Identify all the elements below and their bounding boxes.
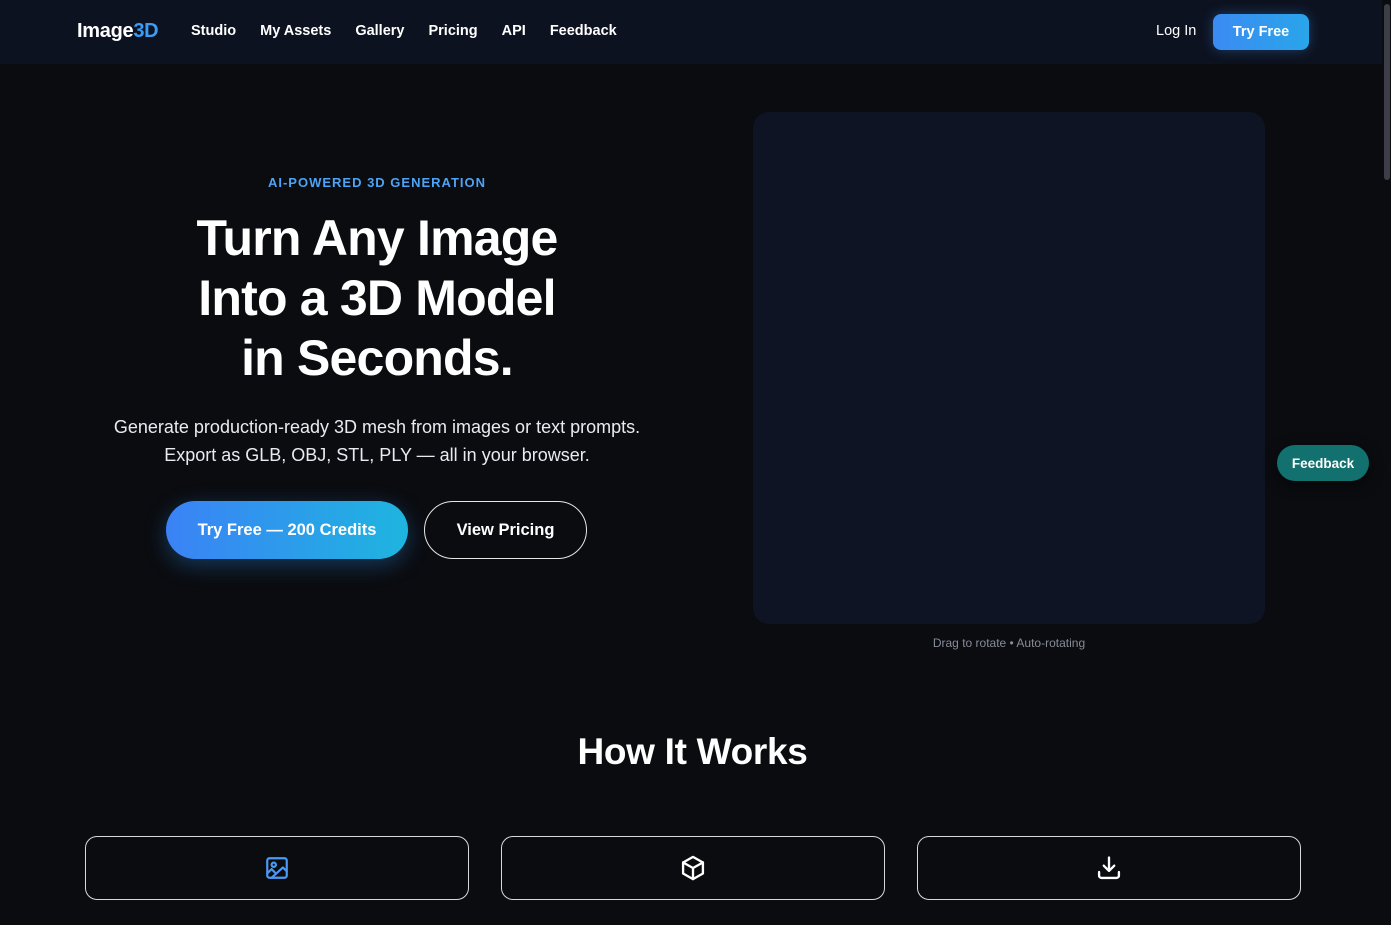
hero-title-line-1: Turn Any Image [196,210,558,266]
how-it-works-title: How It Works [577,731,808,772]
nav-link-my-assets[interactable]: My Assets [260,23,331,39]
try-free-nav-button[interactable]: Try Free [1213,14,1309,50]
nav-link-studio[interactable]: Studio [191,23,236,39]
logo[interactable]: Image3D [77,20,159,43]
hero-subtitle-line-1: Generate production-ready 3D mesh from i… [113,417,641,437]
nav-link-api[interactable]: API [502,23,526,39]
3d-model-viewer[interactable] [753,112,1265,624]
step-card-generate [501,836,885,900]
step-card-download [917,836,1301,900]
try-free-credits-button[interactable]: Try Free — 200 Credits [166,501,408,559]
step-card-upload [85,836,469,900]
top-navbar: Image3D Studio My Assets Gallery Pricing… [0,0,1382,64]
image-icon [264,855,290,881]
nav-link-gallery[interactable]: Gallery [355,23,404,39]
hero-title: Turn Any Image Into a 3D Model in Second… [0,208,754,388]
login-link[interactable]: Log In [1156,23,1196,39]
cube-icon [679,854,707,882]
nav-link-feedback[interactable]: Feedback [550,23,617,39]
hero-subtitle-line-2: Export as GLB, OBJ, STL, PLY — all in yo… [164,445,590,465]
viewer-caption: Drag to rotate • Auto-rotating [932,636,1086,650]
view-pricing-button[interactable]: View Pricing [424,501,587,559]
hero-eyebrow: AI-POWERED 3D GENERATION [267,175,487,190]
logo-text-3d: 3D [133,20,159,42]
hero-title-line-3: in Seconds. [241,330,514,386]
nav-links: Studio My Assets Gallery Pricing API Fee… [191,23,617,39]
scrollbar-thumb[interactable] [1384,4,1390,180]
download-icon [1095,854,1123,882]
logo-text-image: Image [77,20,134,42]
hero-subtitle: Generate production-ready 3D mesh from i… [0,413,754,469]
feedback-floating-button[interactable]: Feedback [1277,445,1369,481]
hero-title-line-2: Into a 3D Model [198,270,556,326]
nav-link-pricing[interactable]: Pricing [428,23,477,39]
